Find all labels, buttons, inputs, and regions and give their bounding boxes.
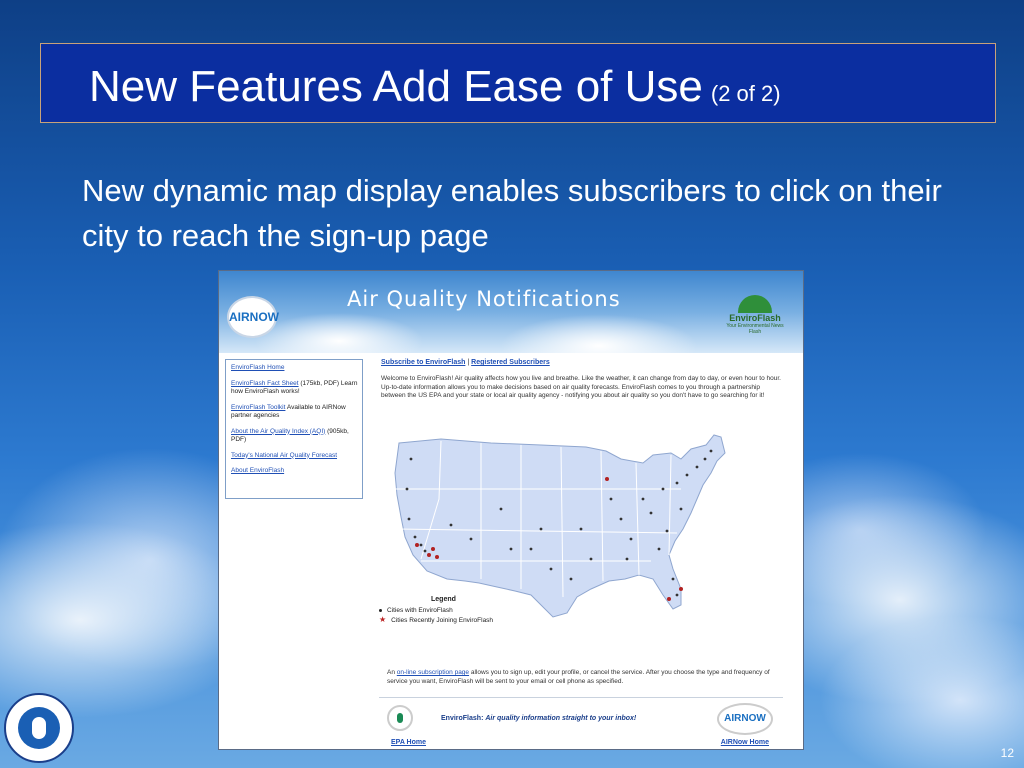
sidebar-link-fact-sheet[interactable]: EnviroFlash Fact Sheet [231,380,299,387]
header-title: Air Quality Notifications [347,287,621,311]
slide-subtitle: New dynamic map display enables subscrib… [82,173,942,253]
map-legend: Legend Cities with EnviroFlash ★ Cities … [379,596,519,626]
sidebar-panel: EnviroFlash Home EnviroFlash Fact Sheet … [225,359,363,499]
sidebar-link-about[interactable]: About EnviroFlash [231,467,284,474]
sidebar-item: About the Air Quality Index (AQI) (905kb… [231,428,362,445]
top-links-separator: | [467,359,470,366]
sidebar-item: EnviroFlash Fact Sheet (175kb, PDF) Lear… [231,380,362,397]
sidebar-link-forecast[interactable]: Today's National Air Quality Forecast [231,452,337,459]
slide-title-main: New Features Add Ease of Use [89,62,703,111]
website-screenshot: AIRNOW Air Quality Notifications EnviroF… [218,270,804,750]
sidebar-link-aqi[interactable]: About the Air Quality Index (AQI) [231,428,325,435]
sidebar-item: About EnviroFlash [231,467,362,476]
sidebar-item: EnviroFlash Home [231,364,362,373]
footer-divider [379,697,783,698]
subscription-page-link[interactable]: on-line subscription page [397,669,469,676]
registered-subscribers-link[interactable]: Registered Subscribers [471,359,550,366]
sidebar-link-toolkit[interactable]: EnviroFlash Toolkit [231,404,285,411]
screenshot-header: AIRNOW Air Quality Notifications EnviroF… [219,271,803,353]
legend-row-cities: Cities with EnviroFlash [379,607,519,614]
airnow-logo[interactable]: AIRNOW [227,296,279,338]
legend-row-recent: ★ Cities Recently Joining EnviroFlash [379,616,519,624]
epa-home-link[interactable]: EPA Home [391,739,426,746]
enviroflash-logo[interactable]: EnviroFlash Your Environmental News Flas… [721,295,789,343]
slide-title: New Features Add Ease of Use (2 of 2) [89,62,781,112]
slide-title-bar: New Features Add Ease of Use (2 of 2) [40,43,996,123]
airnow-footer-logo[interactable]: AIRNOW [717,703,773,735]
city-dot-icon [379,609,382,612]
subscription-info: An on-line subscription page allows you … [387,669,787,686]
legend-title: Legend [431,596,456,603]
legend-recent-label: Cities Recently Joining EnviroFlash [391,616,494,624]
legend-cities-label: Cities with EnviroFlash [387,607,453,614]
slide-title-suffix: (2 of 2) [710,81,781,106]
welcome-text: Welcome to EnviroFlash! Air quality affe… [381,375,781,399]
airnow-home-link[interactable]: AIRNow Home [721,739,769,746]
star-icon: ★ [379,615,387,624]
footer-tagline: EnviroFlash: Air quality information str… [441,715,636,722]
footer-tagline-brand: EnviroFlash: [441,715,484,722]
top-links: Subscribe to EnviroFlash | Registered Su… [381,359,550,366]
sidebar-item: Today's National Air Quality Forecast [231,452,362,461]
enviroflash-logo-text: EnviroFlash [729,313,781,323]
sidebar-item: EnviroFlash Toolkit Available to AIRNow … [231,404,362,421]
subscription-prefix: An [387,669,397,676]
epa-seal-icon [4,693,74,763]
us-map-land[interactable] [394,434,726,618]
enviroflash-logo-mark [738,295,772,313]
screenshot-footer: EnviroFlash: Air quality information str… [379,701,783,749]
subscribe-link[interactable]: Subscribe to EnviroFlash [381,359,465,366]
epa-seal-flower-icon [32,717,46,739]
footer-tagline-text: Air quality information straight to your… [485,715,637,722]
epa-logo-icon[interactable] [387,705,413,731]
enviroflash-logo-tagline: Your Environmental News Flash [726,323,784,335]
slide-page-number: 12 [1000,746,1014,760]
sidebar-link-enviroflash-home[interactable]: EnviroFlash Home [231,364,284,371]
